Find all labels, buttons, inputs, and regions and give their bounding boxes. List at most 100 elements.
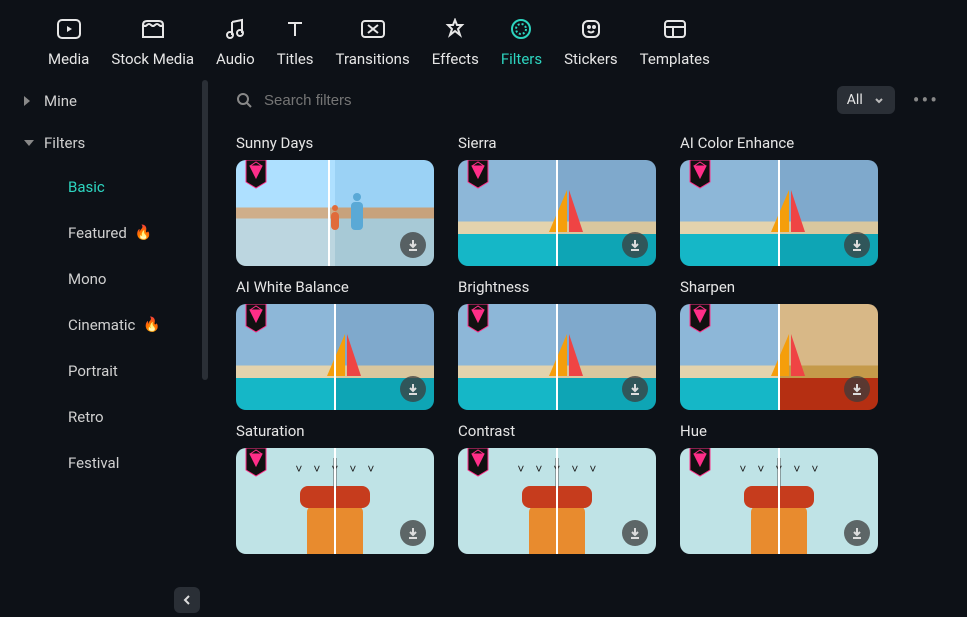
collapse-sidebar-button[interactable] [174, 587, 200, 613]
nav-filters[interactable]: Filters [501, 18, 542, 68]
side-item-portrait[interactable]: Portrait [14, 348, 206, 394]
filter-grid: Sunny Days Sierra AI Color Enhance AI White… [236, 128, 947, 554]
side-section-mine[interactable]: Mine [14, 80, 206, 122]
side-item-label: Retro [68, 408, 104, 426]
top-nav: Media Stock Media Audio Titles Transitio… [0, 0, 967, 80]
dropdown-label: All [847, 92, 863, 108]
premium-gem-icon [244, 448, 268, 482]
filter-label: Sunny Days [236, 128, 434, 160]
filter-cell: Hue˅ ˅ ˅ ˅ ˅ [680, 416, 878, 554]
side-item-label: Featured [68, 224, 127, 242]
side-item-label: Festival [68, 454, 119, 472]
filter-label: AI Color Enhance [680, 128, 878, 160]
side-item-label: Mono [68, 270, 107, 288]
nav-titles[interactable]: Titles [277, 18, 314, 68]
side-item-mono[interactable]: Mono [14, 256, 206, 302]
transitions-icon [359, 18, 387, 40]
side-section-filters[interactable]: Filters [14, 122, 206, 164]
filter-thumbnail[interactable] [458, 160, 656, 266]
download-button[interactable] [844, 520, 870, 546]
nav-transitions[interactable]: Transitions [336, 18, 410, 68]
side-item-basic[interactable]: Basic [14, 164, 206, 210]
download-button[interactable] [622, 520, 648, 546]
filter-cell: Sierra [458, 128, 656, 266]
side-item-label: Portrait [68, 362, 118, 380]
nav-stickers[interactable]: Stickers [564, 18, 618, 68]
premium-gem-icon [688, 160, 712, 194]
filter-cell: Contrast˅ ˅ ˅ ˅ ˅ [458, 416, 656, 554]
premium-gem-icon [688, 448, 712, 482]
chevron-down-icon [873, 94, 885, 106]
nav-effects[interactable]: Effects [432, 18, 479, 68]
download-button[interactable] [844, 376, 870, 402]
filter-thumbnail[interactable] [680, 304, 878, 410]
download-button[interactable] [400, 232, 426, 258]
filter-cell: Sunny Days [236, 128, 434, 266]
search-input[interactable] [264, 92, 504, 109]
filter-thumbnail[interactable] [458, 304, 656, 410]
nav-label: Audio [216, 50, 255, 68]
main-area: Mine Filters Basic Featured 🔥 Mono Cinem… [0, 80, 967, 617]
search [236, 92, 504, 109]
filter-thumbnail[interactable]: ˅ ˅ ˅ ˅ ˅ [680, 448, 878, 554]
chevron-down-icon [24, 140, 34, 146]
filter-thumbnail[interactable]: ˅ ˅ ˅ ˅ ˅ [458, 448, 656, 554]
download-button[interactable] [622, 376, 648, 402]
chevron-right-icon [24, 96, 30, 106]
nav-label: Transitions [336, 50, 410, 68]
sidebar: Mine Filters Basic Featured 🔥 Mono Cinem… [14, 80, 206, 617]
filter-scope-dropdown[interactable]: All [837, 86, 895, 114]
nav-label: Filters [501, 50, 542, 68]
download-button[interactable] [844, 232, 870, 258]
side-section-label: Mine [44, 92, 77, 110]
chevron-left-icon [181, 594, 193, 606]
nav-media[interactable]: Media [48, 18, 89, 68]
nav-label: Stickers [564, 50, 618, 68]
nav-templates[interactable]: Templates [640, 18, 710, 68]
fire-icon: 🔥 [143, 317, 160, 333]
filter-cell: Sharpen [680, 272, 878, 410]
stock-icon [139, 18, 167, 40]
filter-label: AI White Balance [236, 272, 434, 304]
filter-label: Contrast [458, 416, 656, 448]
filter-thumbnail[interactable] [680, 160, 878, 266]
nav-label: Templates [640, 50, 710, 68]
filter-thumbnail[interactable] [236, 304, 434, 410]
side-item-festival[interactable]: Festival [14, 440, 206, 486]
stickers-icon [577, 18, 605, 40]
search-icon [236, 92, 252, 108]
filter-label: Hue [680, 416, 878, 448]
filter-label: Sierra [458, 128, 656, 160]
media-icon [55, 18, 83, 40]
nav-label: Titles [277, 50, 314, 68]
side-item-retro[interactable]: Retro [14, 394, 206, 440]
side-section-label: Filters [44, 134, 85, 152]
premium-gem-icon [244, 160, 268, 194]
effects-icon [441, 18, 469, 40]
nav-stock-media[interactable]: Stock Media [111, 18, 194, 68]
content-toolbar: All ••• [236, 80, 947, 128]
templates-icon [661, 18, 689, 40]
content: All ••• Sunny Days Sierra AI Color Enhance… [206, 80, 953, 617]
premium-gem-icon [244, 304, 268, 338]
side-item-cinematic[interactable]: Cinematic 🔥 [14, 302, 206, 348]
filter-label: Saturation [236, 416, 434, 448]
side-item-featured[interactable]: Featured 🔥 [14, 210, 206, 256]
filter-thumbnail[interactable]: ˅ ˅ ˅ ˅ ˅ [236, 448, 434, 554]
premium-gem-icon [466, 448, 490, 482]
premium-gem-icon [688, 304, 712, 338]
titles-icon [281, 18, 309, 40]
download-button[interactable] [622, 232, 648, 258]
download-button[interactable] [400, 520, 426, 546]
premium-gem-icon [466, 304, 490, 338]
filters-icon [507, 18, 535, 40]
filter-label: Brightness [458, 272, 656, 304]
nav-audio[interactable]: Audio [216, 18, 255, 68]
more-menu-button[interactable]: ••• [905, 88, 947, 112]
fire-icon: 🔥 [135, 225, 152, 241]
download-button[interactable] [400, 376, 426, 402]
filter-thumbnail[interactable] [236, 160, 434, 266]
side-item-label: Basic [68, 178, 105, 196]
filter-cell: AI White Balance [236, 272, 434, 410]
nav-label: Stock Media [111, 50, 194, 68]
